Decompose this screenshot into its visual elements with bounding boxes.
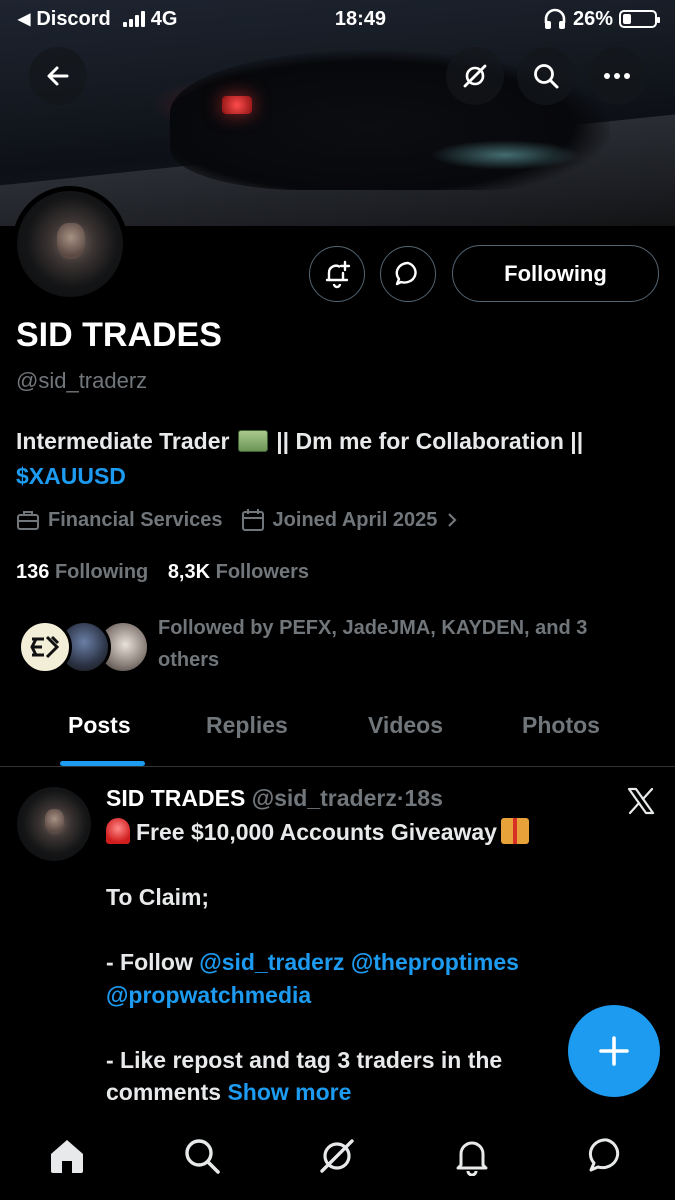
post-header: SID TRADES @sid_traderz·18s	[106, 785, 443, 812]
money-emoji-icon	[237, 430, 268, 452]
network-label: 4G	[150, 7, 178, 30]
follow-counts: 136 Following 8,3K Followers	[16, 561, 309, 584]
mention-theproptimes[interactable]: @theproptimes	[351, 949, 519, 975]
post-separator: ·	[396, 785, 405, 811]
nav-home[interactable]	[46, 1135, 88, 1177]
profile-tabs: Posts Replies Videos Photos	[0, 700, 675, 767]
nav-search[interactable]	[181, 1135, 223, 1177]
clock: 18:49	[334, 7, 387, 30]
tab-replies[interactable]: Replies	[206, 712, 288, 739]
tab-videos[interactable]: Videos	[368, 712, 443, 739]
message-bubble-icon	[395, 261, 417, 286]
search-icon	[534, 64, 559, 89]
post-author-avatar[interactable]	[17, 787, 91, 861]
post-line-2: To Claim;	[106, 884, 210, 910]
following-link[interactable]: 136 Following	[16, 561, 154, 583]
status-bar: ◀ Discord 4G 18:49 26%	[0, 0, 675, 38]
show-more-link[interactable]: Show more	[227, 1079, 351, 1105]
profile-avatar[interactable]	[12, 186, 128, 302]
grok-button[interactable]	[446, 47, 504, 105]
bell-plus-icon	[325, 260, 351, 289]
profile-category: Financial Services	[48, 508, 223, 531]
x-logo-icon	[627, 787, 655, 815]
bio-text-2: || Dm me for Collaboration ||	[276, 428, 584, 454]
post-time: 18s	[404, 785, 443, 811]
active-tab-indicator	[60, 761, 145, 766]
post-author-handle[interactable]: @sid_traderz	[252, 785, 397, 811]
back-to-app-icon[interactable]: ◀	[18, 9, 30, 29]
joined-date: Joined April 2025	[272, 508, 438, 531]
nav-messages[interactable]	[586, 1135, 628, 1177]
bio-text-1: Intermediate Trader	[16, 428, 230, 454]
avatar-image	[17, 191, 123, 297]
profile-bio: Intermediate Trader || Dm me for Collabo…	[16, 424, 661, 494]
search-button[interactable]	[517, 47, 575, 105]
follower-avatar-1	[18, 620, 72, 674]
post-line-3: - Follow	[106, 949, 193, 975]
more-button[interactable]	[588, 47, 646, 105]
post-text: Free $10,000 Accounts Giveaway To Claim;…	[106, 816, 576, 1109]
notifications-subscribe-button[interactable]	[309, 246, 365, 302]
compose-button[interactable]	[568, 1005, 660, 1097]
battery-percent: 26%	[572, 7, 613, 30]
followed-by-avatars[interactable]	[18, 620, 150, 674]
mention-sid-traderz[interactable]: @sid_traderz	[199, 949, 344, 975]
post-author-name[interactable]: SID TRADES	[106, 785, 245, 811]
post-line-1: Free $10,000 Accounts Giveaway	[136, 819, 497, 845]
back-button[interactable]	[29, 47, 87, 105]
followers-label: Followers	[215, 561, 309, 583]
message-bubble-icon	[588, 1138, 620, 1172]
more-icon	[604, 73, 630, 79]
grok-icon	[320, 1139, 354, 1173]
headphones-icon	[544, 8, 566, 29]
followers-count: 8,3K	[167, 561, 211, 583]
bell-icon	[456, 1141, 488, 1176]
signal-icon	[122, 11, 145, 27]
pefx-logo-icon	[30, 635, 60, 659]
followers-link[interactable]: 8,3K Followers	[168, 561, 309, 583]
search-icon	[185, 1139, 220, 1174]
briefcase-icon	[17, 511, 39, 530]
followed-by-text[interactable]: Followed by PEFX, JadeJMA, KAYDEN, and 3…	[158, 612, 638, 676]
back-to-app-label[interactable]: Discord	[36, 8, 110, 31]
battery-icon	[619, 10, 660, 28]
nav-notifications[interactable]	[451, 1135, 493, 1177]
tab-posts[interactable]: Posts	[68, 712, 131, 739]
profile-name: SID TRADES	[16, 316, 222, 354]
bio-cashtag-link[interactable]: $XAUUSD	[16, 463, 126, 489]
siren-emoji-icon	[106, 818, 130, 844]
following-label: Following	[54, 561, 149, 583]
plus-icon	[599, 1036, 629, 1066]
following-count: 136	[16, 561, 50, 583]
tab-photos[interactable]: Photos	[522, 712, 600, 739]
following-button[interactable]: Following	[452, 245, 659, 302]
chevron-right-icon[interactable]	[445, 511, 459, 529]
calendar-icon	[241, 509, 264, 531]
grok-icon	[463, 64, 487, 88]
profile-meta: Financial Services Joined April 2025	[16, 508, 459, 532]
nav-grok[interactable]	[316, 1135, 358, 1177]
home-icon	[51, 1140, 83, 1173]
bottom-navigation	[0, 1113, 675, 1200]
message-button[interactable]	[380, 246, 436, 302]
back-arrow-icon	[47, 66, 69, 86]
profile-handle: @sid_traderz	[16, 368, 148, 393]
mention-propwatchmedia[interactable]: @propwatchmedia	[106, 982, 311, 1008]
gift-emoji-icon	[500, 818, 529, 844]
